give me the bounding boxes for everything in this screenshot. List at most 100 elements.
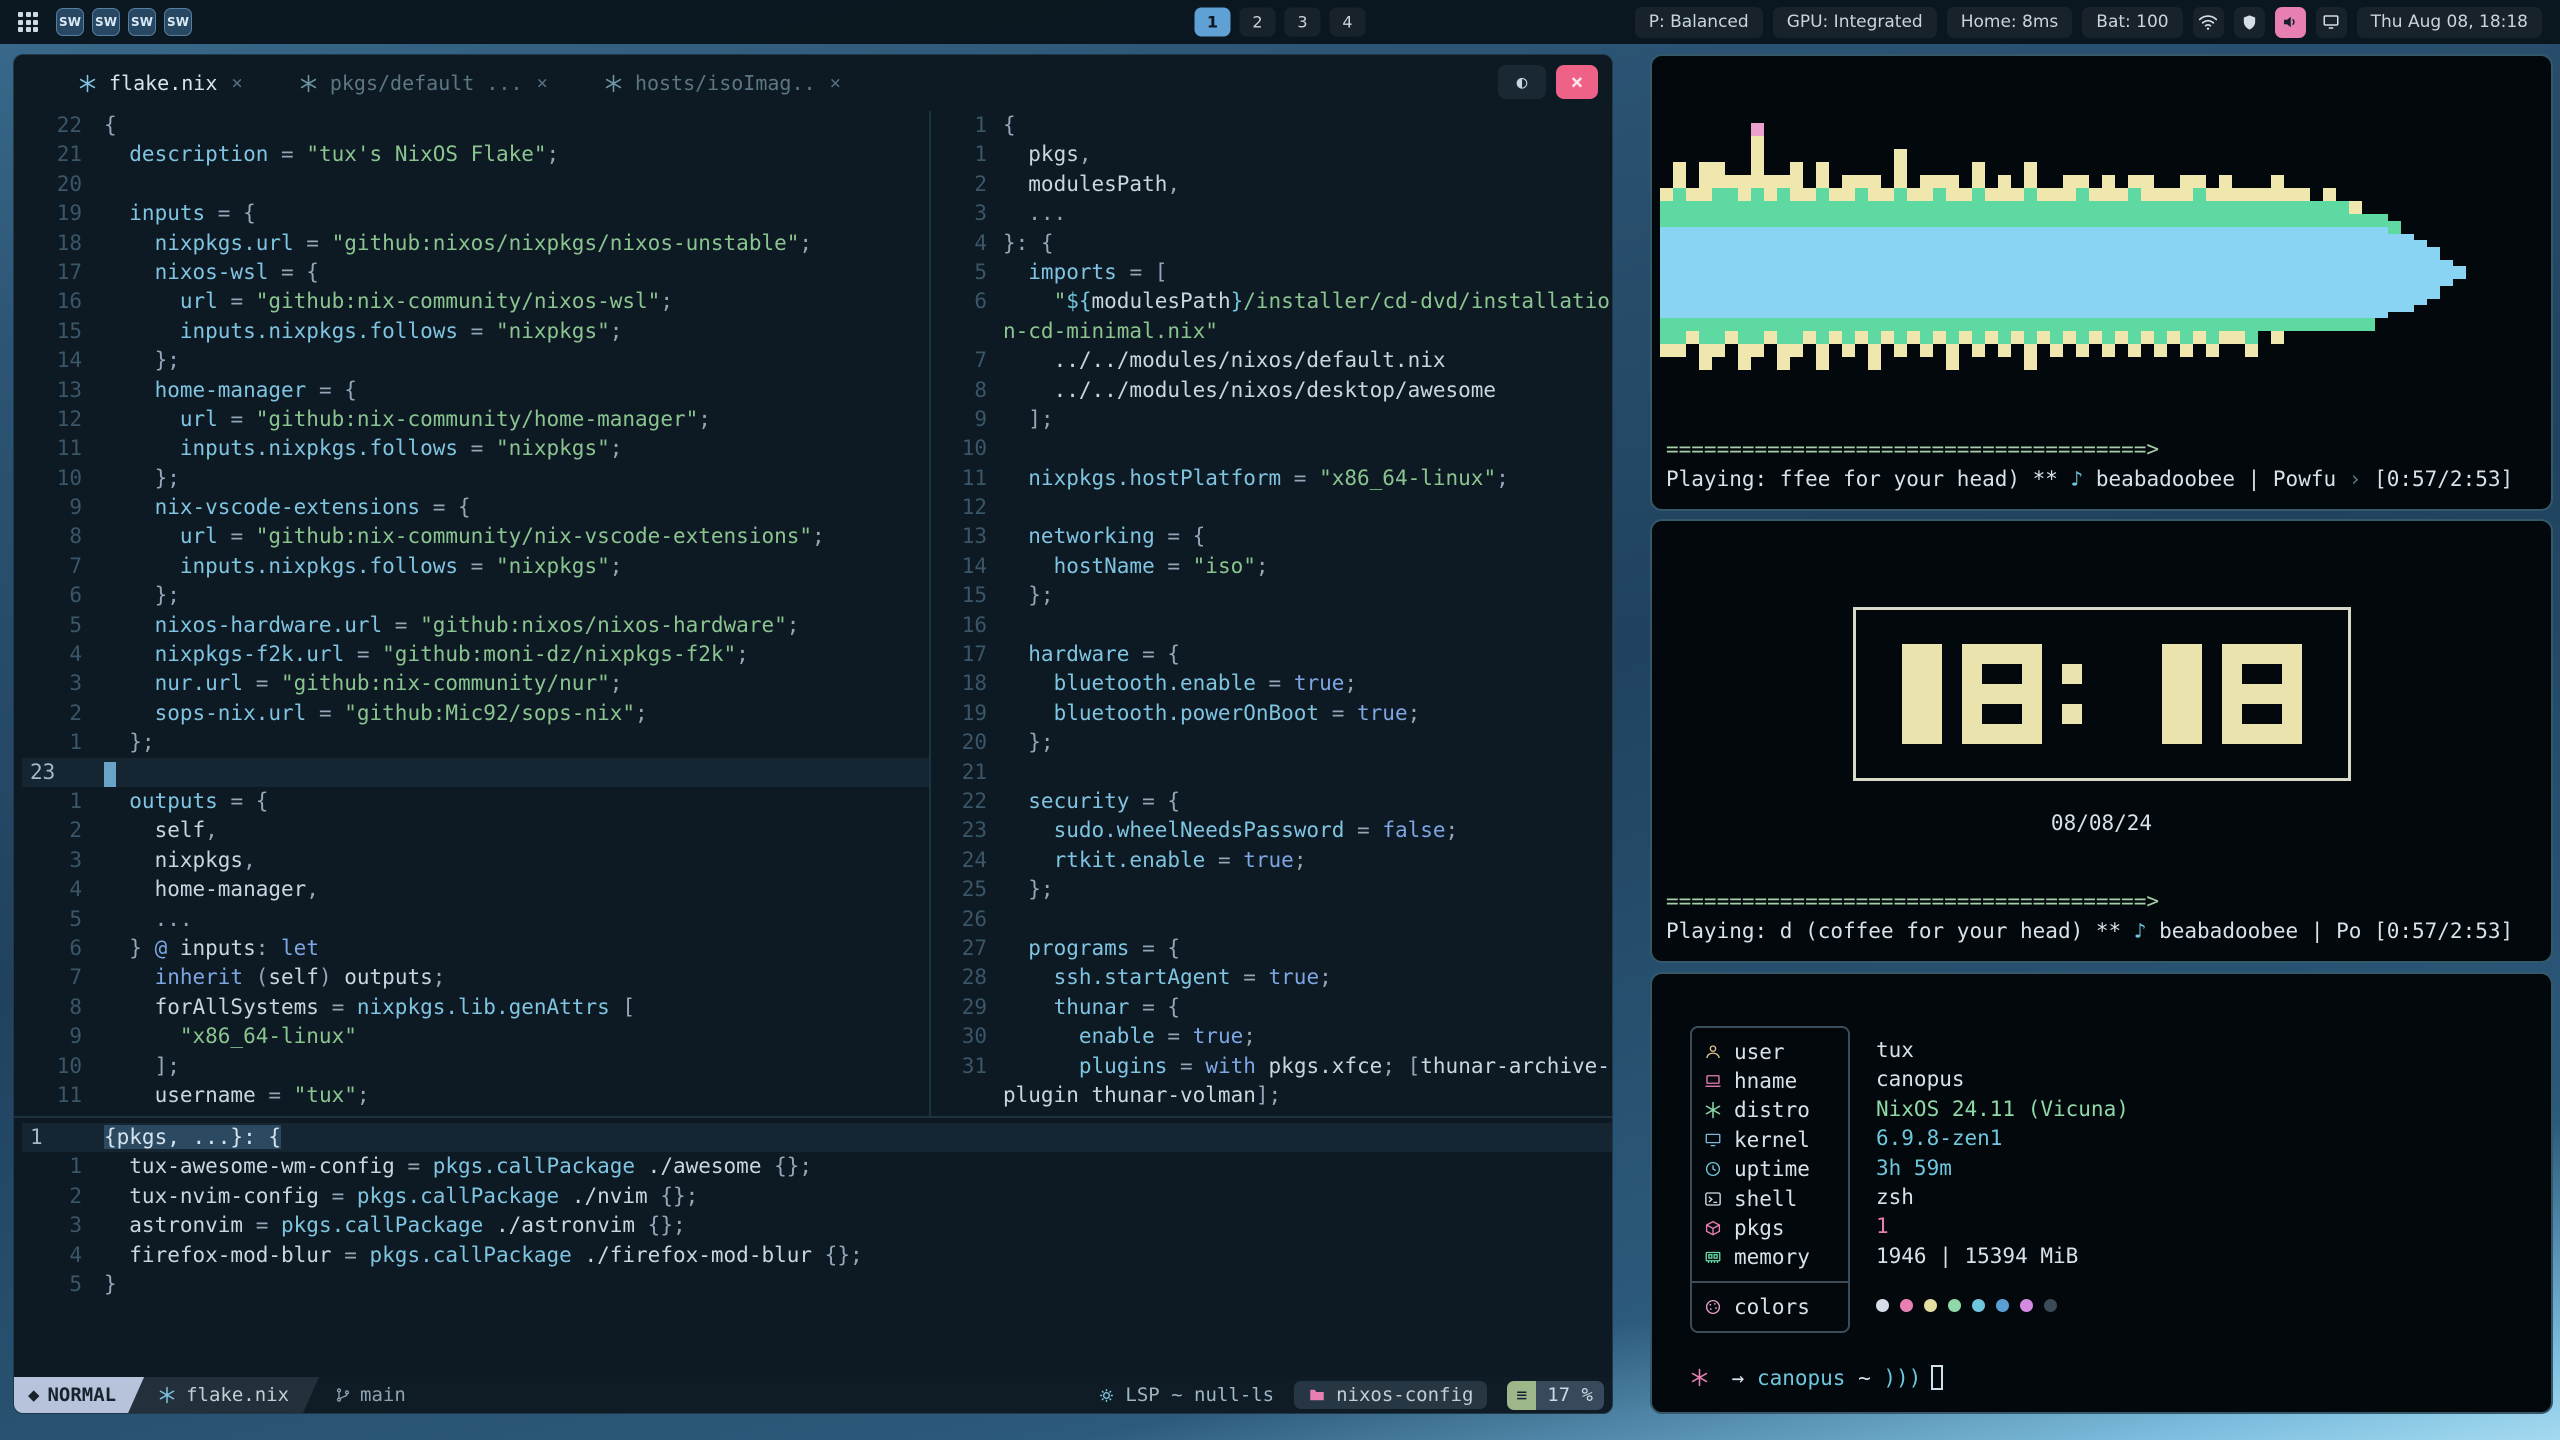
line-number: 14 <box>22 346 104 375</box>
lsp-indicator: LSP ~ null-ls <box>1098 1384 1274 1406</box>
color-dot-2 <box>1900 1299 1913 1312</box>
code-line: 2 sops-nix.url = "github:Mic92/sops-nix"… <box>22 699 929 728</box>
code-line: 26 <box>939 905 1612 934</box>
wifi-icon[interactable] <box>2193 7 2224 38</box>
editor-pane-flake[interactable]: 22{21 description = "tux's NixOS Flake";… <box>14 111 929 1110</box>
tag-4[interactable]: SW <box>164 8 192 36</box>
shield-icon[interactable] <box>2234 7 2265 38</box>
viz-column <box>2193 175 2206 344</box>
editor-pane-isoimage[interactable]: 1{1 pkgs,2 modulesPath,3 ...4}: {5 impor… <box>931 111 1612 1110</box>
line-number: 13 <box>22 376 104 405</box>
code-line: 23 <box>22 758 929 787</box>
clock-digit <box>2062 644 2082 744</box>
snowflake-icon <box>1704 1101 1722 1119</box>
tab-pkgs-default-...[interactable]: pkgs/default ...× <box>299 71 548 95</box>
tag-3[interactable]: SW <box>128 8 156 36</box>
fetch-block: userhnamedistrokerneluptimeshellpkgsmemo… <box>1652 974 2551 1333</box>
close-tab-icon[interactable]: × <box>830 72 841 94</box>
tag-2[interactable]: SW <box>92 8 120 36</box>
line-number: 12 <box>939 493 1003 522</box>
display-icon[interactable] <box>2316 7 2347 38</box>
line-number <box>939 1081 1003 1110</box>
line-number: 30 <box>939 1022 1003 1051</box>
gear-icon <box>1098 1387 1115 1404</box>
text-cursor <box>104 762 116 787</box>
viz-column <box>1920 175 1933 357</box>
line-number: 29 <box>939 993 1003 1022</box>
code-line: 15 }; <box>939 581 1612 610</box>
tab-hosts-isoImag..[interactable]: hosts/isoImag..× <box>604 71 841 95</box>
fetch-label-box: userhnamedistrokerneluptimeshellpkgsmemo… <box>1690 1026 1850 1333</box>
code-line: 7 inputs.nixpkgs.follows = "nixpkgs"; <box>22 552 929 581</box>
code-line: 4 nixpkgs-f2k.url = "github:moni-dz/nixp… <box>22 640 929 669</box>
line-number: 6 <box>939 287 1003 316</box>
music-progress-bar: ======================================> <box>1652 437 2551 461</box>
code-line: 2 tux-nvim-config = pkgs.callPackage ./n… <box>22 1182 1612 1211</box>
workspace-2[interactable]: 2 <box>1240 8 1276 37</box>
line-number: 17 <box>22 258 104 287</box>
code-line: 1 }; <box>22 728 929 757</box>
viz-column <box>2141 175 2154 344</box>
toggle-button[interactable]: ◐ <box>1498 65 1546 99</box>
volume-icon[interactable] <box>2275 7 2306 38</box>
top-bar: SWSWSWSW 1234 P: BalancedGPU: Integrated… <box>0 0 2560 44</box>
viz-column <box>2427 247 2440 299</box>
git-branch-indicator: main <box>335 1384 406 1406</box>
git-branch-icon <box>335 1387 351 1403</box>
code-line: 10 }; <box>22 464 929 493</box>
close-tab-icon[interactable]: × <box>231 72 242 94</box>
color-dot-1 <box>1876 1299 1889 1312</box>
shell-prompt[interactable]: → canopus ~ ))) <box>1652 1365 2551 1412</box>
palette-icon <box>1704 1298 1722 1316</box>
fetch-values: tuxcanopusNixOS 24.11 (Vicuna)6.9.8-zen1… <box>1876 1026 2129 1333</box>
code-line: 23 sudo.wheelNeedsPassword = false; <box>939 816 1612 845</box>
viz-column <box>1803 188 1816 344</box>
app-launcher-icon[interactable] <box>18 12 38 32</box>
line-number: 4 <box>22 640 104 669</box>
scroll-percent-indicator: ≡ 17 % <box>1507 1381 1604 1410</box>
mode-icon: ◆ <box>28 1384 39 1406</box>
code-line: 9 nix-vscode-extensions = { <box>22 493 929 522</box>
viz-column <box>1764 175 1777 344</box>
code-line: 24 rtkit.enable = true; <box>939 846 1612 875</box>
viz-column <box>1699 162 1712 370</box>
fetch-label: hname <box>1734 1069 1797 1093</box>
code-line: 6 }; <box>22 581 929 610</box>
digital-clock <box>1853 607 2351 781</box>
prompt-text: → canopus ~ ))) <box>1719 1366 1921 1390</box>
package-icon <box>1704 1219 1722 1237</box>
workspace-3[interactable]: 3 <box>1285 8 1321 37</box>
close-tab-icon[interactable]: × <box>536 72 547 94</box>
line-number: 1 <box>939 111 1003 140</box>
pane-separator-horizontal[interactable] <box>14 1116 1612 1118</box>
line-number: 18 <box>22 229 104 258</box>
music-progress-bar-2: ======================================> <box>1652 889 2551 913</box>
code-line: 3 ... <box>939 199 1612 228</box>
viz-column <box>2011 188 2024 344</box>
viz-column <box>1959 188 1972 344</box>
code-line: 11 nixpkgs.hostPlatform = "x86_64-linux"… <box>939 464 1612 493</box>
now-playing-line: Playing: ffee for your head) ** ♪ beabad… <box>1652 467 2551 491</box>
viz-column <box>2167 188 2180 344</box>
fetch-row-shell: shell <box>1692 1184 1848 1213</box>
viz-column <box>1712 162 1725 357</box>
code-line: 18 nixpkgs.url = "github:nixos/nixpkgs/n… <box>22 229 929 258</box>
viz-column <box>2310 201 2323 331</box>
window-close-button[interactable]: × <box>1556 65 1598 99</box>
workspace-1[interactable]: 1 <box>1195 8 1231 37</box>
tag-1[interactable]: SW <box>56 8 84 36</box>
viz-column <box>2453 266 2466 279</box>
color-dot-8 <box>2044 1299 2057 1312</box>
line-number: 9 <box>939 405 1003 434</box>
workspace-4[interactable]: 4 <box>1330 8 1366 37</box>
statusline: ◆ NORMAL flake.nix main LSP ~ null-ls ni… <box>14 1377 1612 1413</box>
viz-column <box>1660 188 1673 357</box>
tab-flake.nix[interactable]: flake.nix× <box>78 71 243 95</box>
editor-pane-pkgs[interactable]: 1{pkgs, ...}: {1 tux-awesome-wm-config =… <box>14 1123 1612 1299</box>
line-number: 1 <box>22 787 104 816</box>
code-line: 1 pkgs, <box>939 140 1612 169</box>
fetch-label: distro <box>1734 1098 1810 1122</box>
line-number: 21 <box>22 140 104 169</box>
color-dot-6 <box>1996 1299 2009 1312</box>
viz-column <box>1829 188 1842 344</box>
